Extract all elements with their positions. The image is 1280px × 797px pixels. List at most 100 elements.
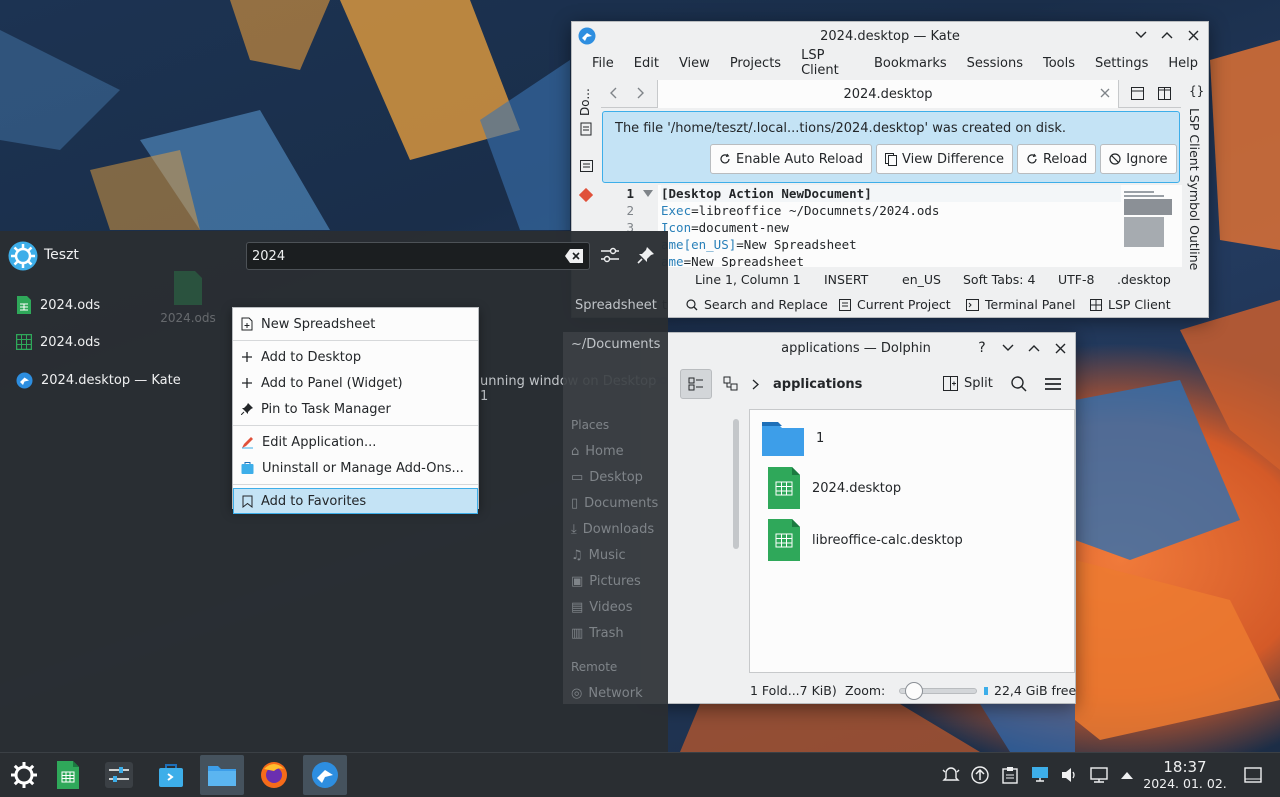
search-input[interactable]: 2024 (252, 249, 285, 264)
menu-lsp-client[interactable]: LSP Client (791, 48, 864, 78)
place-trash[interactable]: ▥ Trash (563, 620, 668, 646)
kate-editor[interactable]: 1 2 3 [Desktop Action NewDocument] Exec=… (602, 185, 1182, 267)
menu-edit[interactable]: Edit (624, 56, 669, 71)
minimize-icon[interactable] (1001, 340, 1015, 356)
indentation[interactable]: Soft Tabs: 4 (963, 272, 1035, 287)
place-home[interactable]: ⌂ Home (563, 438, 668, 464)
document-icon[interactable] (580, 122, 592, 136)
menu-help[interactable]: Help (1158, 56, 1208, 71)
taskbar-dolphin[interactable] (200, 755, 244, 795)
taskbar-libreoffice-calc[interactable] (46, 755, 90, 795)
updates-icon[interactable] (971, 766, 989, 784)
taskbar-discover[interactable] (149, 755, 193, 795)
split-view-icon[interactable] (1158, 87, 1171, 100)
documents-path[interactable]: ~/Documents (563, 332, 668, 356)
file-item-2024-desktop[interactable]: 2024.desktop (768, 466, 901, 510)
kate-titlebar[interactable]: 2024.desktop — Kate (572, 22, 1208, 50)
zoom-slider-handle[interactable] (905, 682, 924, 700)
input-mode[interactable]: INSERT (824, 272, 868, 287)
menu-settings[interactable]: Settings (1085, 56, 1158, 71)
search-icon[interactable] (1011, 376, 1027, 392)
dictionary[interactable]: en_US (902, 272, 941, 287)
menu-projects[interactable]: Projects (720, 56, 791, 71)
reload-button[interactable]: Reload (1016, 144, 1097, 174)
notifications-icon[interactable] (942, 766, 960, 784)
breadcrumb[interactable]: applications (773, 377, 862, 392)
menu-file[interactable]: File (582, 56, 624, 71)
result-2024-ods-1[interactable]: 2024.ods (16, 296, 100, 314)
back-icon[interactable] (609, 87, 617, 99)
place-network[interactable]: ◎ Network (563, 680, 668, 706)
place-downloads[interactable]: ⤓ Downloads (563, 516, 668, 542)
place-music[interactable]: ♫ Music (563, 542, 668, 568)
breadcrumb-chevron-icon[interactable] (752, 379, 759, 390)
details-view-button[interactable] (680, 369, 712, 399)
file-item-folder[interactable]: 1 (760, 416, 824, 460)
zoom-slider[interactable] (899, 682, 977, 700)
menu-uninstall-manage[interactable]: Uninstall or Manage Add-Ons... (233, 455, 478, 481)
help-icon[interactable]: ? (975, 340, 989, 356)
place-pictures[interactable]: ▣ Pictures (563, 568, 668, 594)
menu-add-to-panel[interactable]: Add to Panel (Widget) (233, 370, 478, 396)
category-spreadsheet[interactable]: Spreadsheet (575, 298, 657, 313)
places-scrollbar[interactable] (733, 419, 739, 549)
menu-sessions[interactable]: Sessions (957, 56, 1033, 71)
file-view[interactable]: 1 2024.desktop libreoffice-calc.desktop (749, 409, 1075, 673)
current-project-tool[interactable]: Current Project (839, 297, 951, 312)
tab-2024-desktop[interactable]: 2024.desktop (657, 80, 1119, 108)
encoding[interactable]: UTF-8 (1058, 272, 1094, 287)
close-icon[interactable] (1053, 340, 1067, 356)
clipboard-icon[interactable] (1002, 766, 1018, 784)
split-button[interactable]: Split (943, 376, 993, 391)
view-difference-button[interactable]: View Difference (875, 144, 1013, 174)
user-avatar[interactable] (8, 241, 38, 271)
enable-auto-reload-button[interactable]: Enable Auto Reload (710, 144, 872, 174)
configure-icon[interactable] (601, 247, 619, 263)
file-item-libreoffice-calc[interactable]: libreoffice-calc.desktop (768, 518, 963, 562)
taskbar-system-settings[interactable] (97, 755, 141, 795)
place-videos[interactable]: ▤ Videos (563, 594, 668, 620)
volume-icon[interactable] (1060, 766, 1078, 784)
forward-icon[interactable] (637, 87, 645, 99)
tray-expand-icon[interactable] (1121, 771, 1133, 779)
menu-new-spreadsheet[interactable]: New Spreadsheet (233, 311, 478, 337)
search-field[interactable]: 2024 (246, 242, 590, 270)
cursor-position[interactable]: Line 1, Column 1 (695, 272, 801, 287)
fold-marker-icon[interactable] (643, 190, 653, 197)
menu-tools[interactable]: Tools (1033, 56, 1085, 71)
place-desktop[interactable]: ▭ Desktop (563, 464, 668, 490)
taskbar-firefox[interactable] (252, 755, 296, 795)
file-type[interactable]: .desktop (1117, 272, 1171, 287)
menu-add-to-desktop[interactable]: Add to Desktop (233, 344, 478, 370)
menu-add-to-favorites[interactable]: Add to Favorites (233, 488, 478, 514)
terminal-panel-tool[interactable]: Terminal Panel (966, 297, 1076, 312)
show-desktop-icon[interactable] (1244, 767, 1262, 783)
tree-view-icon[interactable] (723, 376, 739, 392)
result-2024-ods-2[interactable]: 2024.ods (16, 334, 100, 350)
maximize-icon[interactable] (1160, 27, 1174, 43)
network-icon[interactable] (1090, 766, 1108, 784)
minimap[interactable] (1124, 189, 1176, 265)
result-kate-window[interactable]: 2024.desktop — Kate (16, 372, 181, 389)
search-replace-tool[interactable]: Search and Replace (686, 297, 828, 312)
display-config-icon[interactable] (1031, 765, 1049, 783)
hamburger-menu-icon[interactable] (1045, 377, 1061, 391)
git-icon[interactable] (579, 188, 593, 202)
digital-clock[interactable]: 18:37 2024. 01. 02. (1140, 759, 1230, 792)
app-launcher-button[interactable] (2, 755, 46, 795)
minimize-icon[interactable] (1134, 27, 1148, 43)
menu-view[interactable]: View (669, 56, 720, 71)
tab-close-icon[interactable] (1100, 88, 1110, 98)
dolphin-titlebar[interactable]: applications — Dolphin ? (641, 333, 1075, 363)
menu-bookmarks[interactable]: Bookmarks (864, 56, 957, 71)
taskbar-kate[interactable] (303, 755, 347, 795)
close-icon[interactable] (1186, 27, 1200, 43)
place-documents[interactable]: ▯ Documents (563, 490, 668, 516)
free-space[interactable]: 22,4 GiB free (994, 683, 1076, 698)
ignore-button[interactable]: Ignore (1100, 144, 1177, 174)
new-tab-icon[interactable] (1131, 87, 1144, 100)
menu-pin-to-task-manager[interactable]: Pin to Task Manager (233, 396, 478, 422)
menu-edit-application[interactable]: Edit Application... (233, 429, 478, 455)
braces-icon[interactable]: {} (1189, 84, 1204, 98)
documents-panel-tab[interactable]: Do... (578, 84, 592, 116)
